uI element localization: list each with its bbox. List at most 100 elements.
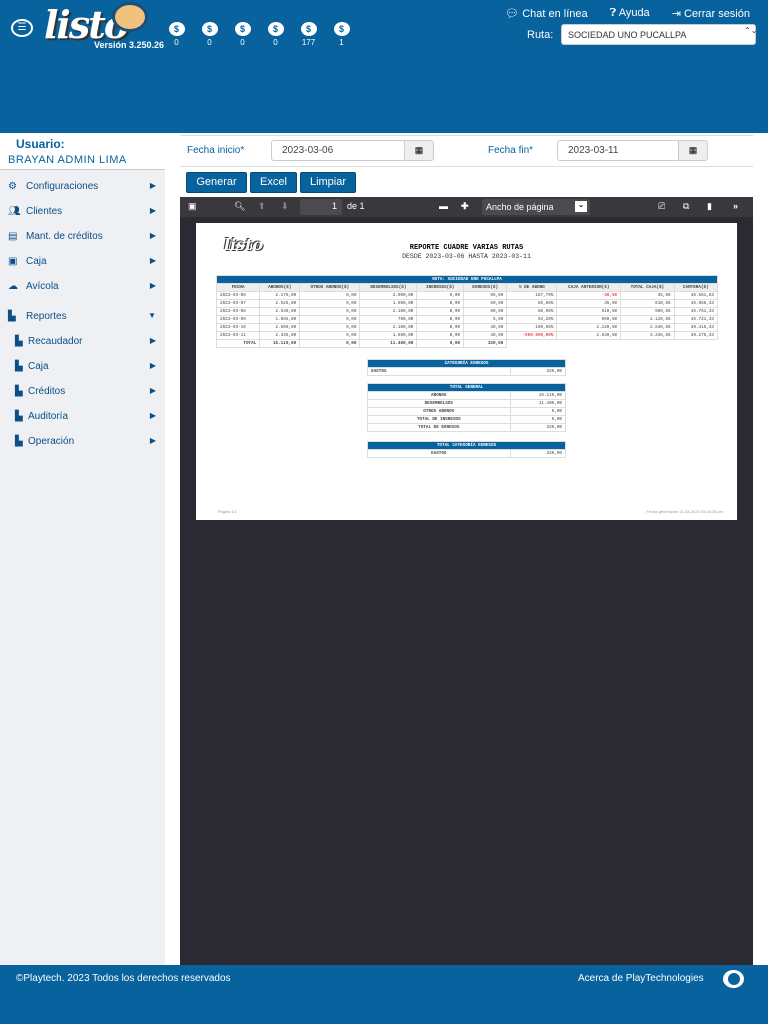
sidebar-toggle-icon[interactable]: ▣ — [188, 201, 197, 212]
column-header: % DE ABONO — [506, 283, 558, 292]
zoom-out-icon[interactable]: ▬ — [439, 201, 448, 211]
sidebar-subitem-1[interactable]: ▙ Caja ▶ — [0, 354, 165, 379]
row-label: TOTAL DE EGRESOS — [367, 423, 511, 432]
zoom-select[interactable]: Ancho de página ⌄ — [482, 199, 590, 215]
table-cell: -46,50 — [556, 291, 622, 300]
table-cell: 0,00 — [416, 307, 465, 316]
counter-value: 0 — [207, 38, 212, 47]
excel-button[interactable]: Excel — [250, 172, 297, 193]
sidebar-subitem-4[interactable]: ▙ Operación ▶ — [0, 429, 165, 454]
start-date-input[interactable]: 2023-03-06 — [271, 140, 406, 161]
empty-cell — [674, 340, 717, 348]
table-cell: 3.345,50 — [620, 331, 675, 340]
invoice-icon: $ — [168, 22, 185, 36]
pdf-page: listo REPORTE CUADRE VARIAS RUTAS DESDE … — [196, 223, 737, 520]
link-chat[interactable]: 💬︎ Chat en línea — [505, 7, 587, 20]
calendar-icon[interactable]: ▦ — [678, 140, 708, 161]
empty-cell — [507, 340, 557, 348]
table-cell: 2023-03-09 — [215, 315, 261, 324]
money-icon: ▣ — [8, 256, 18, 267]
counter-refresh-money[interactable]: $1 — [325, 22, 358, 47]
cloud-icon: ☁ — [8, 281, 18, 292]
user-panel: Usuario: BRAYAN ADMIN LIMA — [0, 133, 165, 170]
table-row: 2023-03-07 2.525,00 0,00 1.900,00 0,00 50,00 8… — [215, 299, 719, 308]
pdf-viewer: ▣ 🔍︎ ⬆ ⬇ 1 de 1 ▬ ✚ Ancho de página ⌄ ⎚ ⧉… — [180, 197, 753, 965]
table-cell: 35,50 — [620, 291, 675, 300]
table-cell: 0,00 — [299, 323, 361, 332]
table-header-row: TOTAL GENERAL — [367, 383, 566, 392]
empty-cell — [557, 340, 621, 348]
counter-cash[interactable]: $177 — [292, 22, 325, 47]
counter-value: 0 — [273, 38, 278, 47]
table-cell: 63,20% — [506, 315, 558, 324]
route-header-row: RUTA: SOCIEDAD UNO PUCALLPA — [216, 275, 718, 284]
table-cell: 46.561,83 — [673, 291, 719, 300]
tools-icon[interactable]: » — [733, 201, 738, 211]
prev-page-icon[interactable]: ⬆ — [258, 201, 266, 212]
column-header: FECHA — [215, 283, 261, 292]
counter-document[interactable]: $0 — [226, 22, 259, 47]
row-label: OTROS ABONOS — [367, 407, 511, 416]
sidebar-item-label: Clientes — [26, 206, 63, 217]
table-cell: 187,79% — [506, 291, 558, 300]
gears-icon: ⚙ — [8, 181, 17, 192]
link-label: Chat en línea — [522, 8, 588, 20]
sidebar-item-0[interactable]: ⚙ Configuraciones ▶ — [0, 174, 165, 199]
chevron-right-icon: ▶ — [149, 361, 156, 370]
calendar-icon[interactable]: ▦ — [404, 140, 434, 161]
ruta-label: Ruta: — [527, 29, 554, 41]
sidebar-item-3[interactable]: ▣ Caja ▶ — [0, 249, 165, 274]
table-cell: 109,65% — [506, 323, 558, 332]
next-page-icon[interactable]: ⬇ — [281, 201, 289, 212]
table-cell: 86,96% — [506, 307, 558, 316]
sidebar-subitem-3[interactable]: ▙ Auditoría ▶ — [0, 404, 165, 429]
row-value: 0,00 — [509, 407, 567, 416]
counter-wallet[interactable]: $0 — [193, 22, 226, 47]
table-cell: 2.345,00 — [259, 331, 301, 340]
file-icon: ▙ — [15, 386, 23, 397]
search-icon[interactable]: 🔍︎ — [234, 201, 245, 212]
page-input[interactable]: 1 — [300, 199, 342, 215]
zoom-in-icon[interactable]: ✚ — [461, 201, 469, 212]
table-cell: 2023-03-06 — [215, 291, 261, 300]
table-row: 2023-03-10 2.660,00 0,00 2.100,00 0,00 40,00 1… — [215, 323, 719, 332]
chevron-right-icon: ▶ — [149, 256, 156, 265]
table-cell: 0,00 — [416, 291, 465, 300]
file-icon: ▙ — [15, 336, 23, 347]
about-link[interactable]: Acerca de PlayTechnologies — [578, 973, 704, 984]
table-cell: 39.275,33 — [673, 331, 719, 340]
file-icon: ▙ — [15, 361, 23, 372]
end-date-input[interactable]: 2023-03-11 — [557, 140, 680, 161]
sidebar-subitem-label: Recaudador — [28, 336, 83, 347]
generate-button[interactable]: Generar — [186, 172, 247, 193]
clear-button[interactable]: Limpiar — [300, 172, 356, 193]
column-header: DESEMBOLSOS($) — [359, 283, 418, 292]
link-help[interactable]: ❓︎ Ayuda — [610, 7, 650, 20]
counter-hand-money[interactable]: $0 — [259, 22, 292, 47]
sidebar-subitem-0[interactable]: ▙ Recaudador ▶ — [0, 329, 165, 354]
table-cell: 90,00 — [463, 307, 508, 316]
sidebar-item-1[interactable]: 👥︎ Clientes ▶ — [0, 199, 165, 224]
counter-invoice[interactable]: $0 — [160, 22, 193, 47]
counter-value: 0 — [174, 38, 179, 47]
sidebar-item-5[interactable]: ▙ Reportes ▼ — [0, 304, 165, 329]
cash-icon: $ — [300, 22, 317, 36]
bookmark-icon[interactable]: ▮ — [707, 201, 712, 212]
user-label: Usuario: — [16, 137, 65, 151]
table-cell: 40,00 — [463, 331, 508, 340]
sidebar-item-2[interactable]: ▤ Mant. de créditos ▶ — [0, 224, 165, 249]
link-logout[interactable]: ⇥ Cerrar sesión — [672, 7, 750, 20]
presentation-icon[interactable]: ⎚ — [658, 201, 665, 212]
table-cell: 2.100,00 — [359, 307, 418, 316]
table-row: GASTOS 320,00 — [367, 367, 567, 376]
menu-icon[interactable]: ☰ — [11, 19, 33, 37]
table-cell: 46.721,33 — [673, 315, 719, 324]
sidebar-subitem-label: Caja — [28, 361, 49, 372]
sidebar-item-4[interactable]: ☁ Avícola ▶ — [0, 274, 165, 304]
ruta-select[interactable]: SOCIEDAD UNO PUCALLPA — [561, 24, 756, 45]
empty-cell — [621, 340, 675, 348]
sidebar-subitem-2[interactable]: ▙ Créditos ▶ — [0, 379, 165, 404]
open-file-icon[interactable]: ⧉ — [683, 201, 689, 212]
table-cell: 0,00 — [299, 299, 361, 308]
copyright: ©Playtech. 2023 Todos los derechos reser… — [16, 973, 231, 984]
